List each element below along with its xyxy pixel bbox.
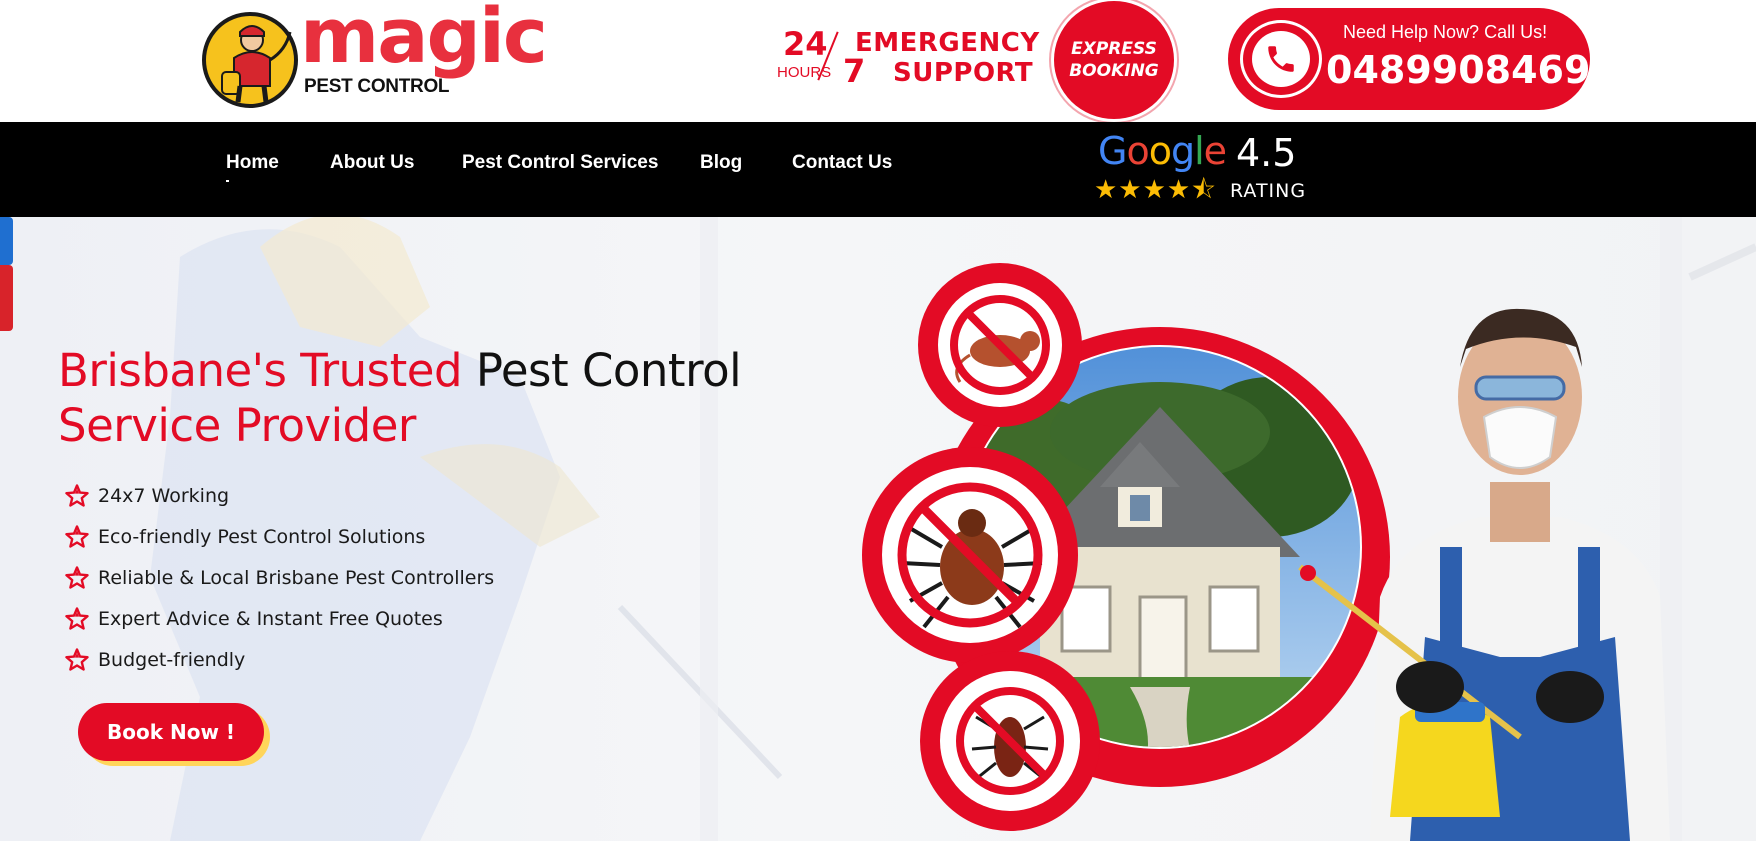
nav-item-blog[interactable]: Blog	[700, 152, 742, 174]
rating-stars-icon: ★★★★⯪	[1094, 175, 1217, 205]
star-bullet-icon	[64, 565, 90, 591]
star-bullet-icon	[64, 606, 90, 632]
list-item: 24x7 Working	[64, 475, 494, 516]
feature-text: 24x7 Working	[98, 484, 230, 507]
list-item: Expert Advice & Instant Free Quotes	[64, 598, 494, 639]
google-rating-score: 4.5	[1236, 131, 1297, 175]
express-booking-button[interactable]: EXPRESS BOOKING	[1054, 1, 1174, 119]
nav-item-home[interactable]: Home	[226, 152, 279, 174]
list-item: Reliable & Local Brisbane Pest Controlle…	[64, 557, 494, 598]
emergency-line1: EMERGENCY	[855, 28, 1040, 58]
no-tick-icon	[862, 447, 1078, 663]
list-item: Budget-friendly	[64, 639, 494, 680]
google-rating-badge: Google 4.5 ★★★★⯪ RATING	[1094, 129, 1307, 206]
nav-item-contact-us[interactable]: Contact Us	[792, 152, 892, 174]
hero-house-graphic	[862, 263, 1670, 841]
feature-list: 24x7 Working Eco-friendly Pest Control S…	[64, 475, 494, 680]
main-navigation: Home About Us Pest Control Services Blog…	[0, 122, 1756, 217]
hero-heading-black: Pest Control	[475, 344, 742, 397]
nav-item-pest-control-services[interactable]: Pest Control Services	[462, 152, 658, 174]
side-social-tab-red[interactable]	[0, 265, 13, 331]
emergency-line2: SUPPORT	[893, 58, 1034, 88]
logo-wordmark: magic	[300, 0, 548, 80]
express-booking-line2: BOOKING	[1069, 61, 1159, 81]
phone-icon-ring	[1240, 20, 1322, 98]
site-logo[interactable]: magic PEST CONTROL	[200, 0, 548, 116]
express-booking-line1: EXPRESS	[1071, 39, 1157, 59]
no-cockroach-icon	[920, 651, 1100, 831]
nav-active-indicator	[226, 180, 229, 182]
google-rating-label: RATING	[1230, 180, 1307, 202]
call-us-button[interactable]: Need Help Now? Call Us! 0489908469	[1228, 8, 1590, 110]
feature-text: Reliable & Local Brisbane Pest Controlle…	[98, 566, 495, 589]
hero-heading-red: Brisbane's Trusted	[58, 344, 463, 397]
hero-heading: Brisbane's Trusted Pest Control Service …	[58, 343, 818, 453]
book-now-button[interactable]: Book Now !	[78, 703, 264, 761]
phone-icon	[1268, 46, 1294, 72]
exterminator-mascot-icon	[202, 12, 298, 108]
call-us-number: 0489908469	[1326, 48, 1591, 92]
feature-text: Budget-friendly	[98, 648, 246, 671]
logo-subtitle: PEST CONTROL	[304, 76, 450, 97]
side-social-tab-blue[interactable]	[0, 217, 13, 265]
hero-section: Brisbane's Trusted Pest Control Service …	[0, 217, 1756, 841]
list-item: Eco-friendly Pest Control Solutions	[64, 516, 494, 557]
star-bullet-icon	[64, 524, 90, 550]
emergency-days-number: 7	[843, 52, 866, 90]
call-us-label: Need Help Now? Call Us!	[1343, 22, 1548, 42]
star-bullet-icon	[64, 647, 90, 673]
emergency-hours-number: 24	[783, 25, 828, 63]
google-wordmark: Google	[1098, 129, 1227, 173]
hero-heading-line2: Service Provider	[58, 399, 416, 452]
feature-text: Expert Advice & Instant Free Quotes	[98, 607, 443, 630]
site-header: magic PEST CONTROL 24 HOURS 7 EMERGENCY …	[0, 0, 1756, 122]
no-rat-icon	[918, 263, 1082, 427]
feature-text: Eco-friendly Pest Control Solutions	[98, 525, 426, 548]
star-bullet-icon	[64, 483, 90, 509]
emergency-support-badge: 24 HOURS 7 EMERGENCY SUPPORT	[775, 25, 1039, 92]
nav-item-about-us[interactable]: About Us	[330, 152, 414, 174]
